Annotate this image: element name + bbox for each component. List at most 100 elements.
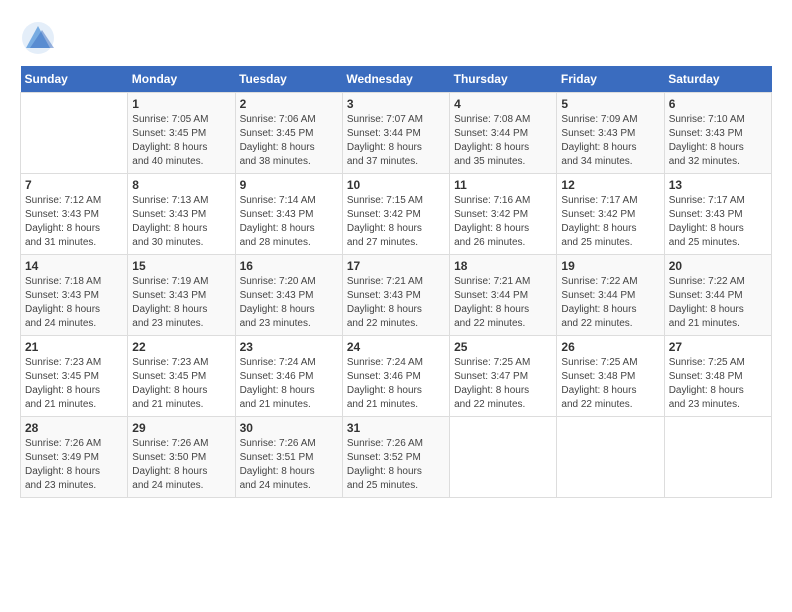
day-info: Sunrise: 7:21 AMSunset: 3:43 PMDaylight:… — [347, 275, 445, 331]
sunset: Sunset: 3:46 PM — [347, 370, 445, 384]
daylight-line1: Daylight: 8 hours — [132, 222, 230, 236]
day-cell: 6Sunrise: 7:10 AMSunset: 3:43 PMDaylight… — [664, 93, 771, 174]
day-info: Sunrise: 7:19 AMSunset: 3:43 PMDaylight:… — [132, 275, 230, 331]
sunset: Sunset: 3:43 PM — [132, 289, 230, 303]
day-cell: 11Sunrise: 7:16 AMSunset: 3:42 PMDayligh… — [450, 174, 557, 255]
daylight-line2: and 25 minutes. — [347, 479, 445, 493]
daylight-line1: Daylight: 8 hours — [454, 141, 552, 155]
day-number: 17 — [347, 259, 445, 273]
day-cell: 8Sunrise: 7:13 AMSunset: 3:43 PMDaylight… — [128, 174, 235, 255]
day-cell: 24Sunrise: 7:24 AMSunset: 3:46 PMDayligh… — [342, 336, 449, 417]
day-cell: 15 Sunrise: 7:19 AMSunset: 3:43 PMDayligh… — [128, 255, 235, 336]
sunrise: Sunrise: 7:07 AM — [347, 113, 445, 127]
day-header-thursday: Thursday — [450, 66, 557, 93]
day-info: Sunrise: 7:16 AMSunset: 3:42 PMDaylight:… — [454, 194, 552, 250]
sunset: Sunset: 3:44 PM — [347, 127, 445, 141]
day-cell: 20Sunrise: 7:22 AMSunset: 3:44 PMDayligh… — [664, 255, 771, 336]
sunset: Sunset: 3:42 PM — [561, 208, 659, 222]
week-row-2: 7Sunrise: 7:12 AMSunset: 3:43 PMDaylight… — [21, 174, 772, 255]
sunrise: Sunrise: 7:25 AM — [454, 356, 552, 370]
day-cell: 21 Sunrise: 7:23 AMSunset: 3:45 PMDayligh… — [21, 336, 128, 417]
sunset: Sunset: 3:45 PM — [25, 370, 123, 384]
daylight-line1: Daylight: 8 hours — [561, 303, 659, 317]
daylight-line1: Daylight: 8 hours — [25, 384, 123, 398]
sunset: Sunset: 3:43 PM — [347, 289, 445, 303]
sunset: Sunset: 3:43 PM — [240, 208, 338, 222]
daylight-line1: Daylight: 8 hours — [669, 141, 767, 155]
daylight-line2: and 23 minutes. — [240, 317, 338, 331]
daylight-line2: and 25 minutes. — [561, 236, 659, 250]
daylight-line2: and 25 minutes. — [669, 236, 767, 250]
day-info: Sunrise: 7:23 AMSunset: 3:45 PMDaylight:… — [25, 356, 123, 412]
day-info: Sunrise: 7:18 AMSunset: 3:43 PMDaylight:… — [25, 275, 123, 331]
day-info: Sunrise: 7:23 AMSunset: 3:45 PMDaylight:… — [132, 356, 230, 412]
day-cell: 22 Sunrise: 7:23 AMSunset: 3:45 PMDayligh… — [128, 336, 235, 417]
day-cell: 13 Sunrise: 7:17 AMSunset: 3:43 PMDayligh… — [664, 174, 771, 255]
day-cell: 2Sunrise: 7:06 AMSunset: 3:45 PMDaylight… — [235, 93, 342, 174]
day-header-saturday: Saturday — [664, 66, 771, 93]
day-number: 22 — [132, 340, 230, 354]
daylight-line1: Daylight: 8 hours — [347, 465, 445, 479]
sunrise: Sunrise: 7:18 AM — [25, 275, 123, 289]
header — [20, 20, 772, 56]
daylight-line1: Daylight: 8 hours — [347, 141, 445, 155]
sunset: Sunset: 3:52 PM — [347, 451, 445, 465]
sunset: Sunset: 3:43 PM — [132, 208, 230, 222]
day-number: 30 — [240, 421, 338, 435]
week-row-5: 28Sunrise: 7:26 AMSunset: 3:49 PMDayligh… — [21, 417, 772, 498]
day-number: 26 — [561, 340, 659, 354]
daylight-line1: Daylight: 8 hours — [25, 222, 123, 236]
daylight-line2: and 21 minutes. — [240, 398, 338, 412]
day-number: 13 — [669, 178, 767, 192]
day-cell: 28Sunrise: 7:26 AMSunset: 3:49 PMDayligh… — [21, 417, 128, 498]
daylight-line2: and 22 minutes. — [561, 398, 659, 412]
day-cell: 19Sunrise: 7:22 AMSunset: 3:44 PMDayligh… — [557, 255, 664, 336]
sunset: Sunset: 3:43 PM — [669, 208, 767, 222]
sunset: Sunset: 3:48 PM — [669, 370, 767, 384]
daylight-line2: and 35 minutes. — [454, 155, 552, 169]
daylight-line2: and 28 minutes. — [240, 236, 338, 250]
logo-icon — [20, 20, 56, 56]
day-header-friday: Friday — [557, 66, 664, 93]
day-cell: 25Sunrise: 7:25 AMSunset: 3:47 PMDayligh… — [450, 336, 557, 417]
sunset: Sunset: 3:43 PM — [561, 127, 659, 141]
daylight-line1: Daylight: 8 hours — [240, 465, 338, 479]
day-info: Sunrise: 7:12 AMSunset: 3:43 PMDaylight:… — [25, 194, 123, 250]
day-cell: 29Sunrise: 7:26 AMSunset: 3:50 PMDayligh… — [128, 417, 235, 498]
day-header-sunday: Sunday — [21, 66, 128, 93]
daylight-line1: Daylight: 8 hours — [669, 303, 767, 317]
sunrise: Sunrise: 7:06 AM — [240, 113, 338, 127]
day-header-tuesday: Tuesday — [235, 66, 342, 93]
day-number: 21 — [25, 340, 123, 354]
sunrise: Sunrise: 7:22 AM — [561, 275, 659, 289]
sunrise: Sunrise: 7:25 AM — [561, 356, 659, 370]
daylight-line1: Daylight: 8 hours — [347, 303, 445, 317]
sunrise: Sunrise: 7:16 AM — [454, 194, 552, 208]
daylight-line2: and 22 minutes. — [454, 398, 552, 412]
daylight-line1: Daylight: 8 hours — [454, 384, 552, 398]
day-cell — [21, 93, 128, 174]
sunrise: Sunrise: 7:24 AM — [240, 356, 338, 370]
daylight-line1: Daylight: 8 hours — [669, 222, 767, 236]
day-cell — [557, 417, 664, 498]
week-row-4: 21 Sunrise: 7:23 AMSunset: 3:45 PMDayligh… — [21, 336, 772, 417]
day-number: 31 — [347, 421, 445, 435]
day-cell: 4Sunrise: 7:08 AMSunset: 3:44 PMDaylight… — [450, 93, 557, 174]
week-row-3: 14Sunrise: 7:18 AMSunset: 3:43 PMDayligh… — [21, 255, 772, 336]
day-number: 12 — [561, 178, 659, 192]
day-number: 3 — [347, 97, 445, 111]
daylight-line2: and 24 minutes. — [25, 317, 123, 331]
day-info: Sunrise: 7:24 AMSunset: 3:46 PMDaylight:… — [240, 356, 338, 412]
daylight-line1: Daylight: 8 hours — [132, 384, 230, 398]
day-number: 4 — [454, 97, 552, 111]
day-info: Sunrise: 7:17 AMSunset: 3:43 PMDaylight:… — [669, 194, 767, 250]
day-number: 15 — [132, 259, 230, 273]
day-info: Sunrise: 7:26 AMSunset: 3:51 PMDaylight:… — [240, 437, 338, 493]
day-info: Sunrise: 7:06 AMSunset: 3:45 PMDaylight:… — [240, 113, 338, 169]
day-header-wednesday: Wednesday — [342, 66, 449, 93]
sunset: Sunset: 3:51 PM — [240, 451, 338, 465]
day-cell: 3 Sunrise: 7:07 AMSunset: 3:44 PMDaylight… — [342, 93, 449, 174]
day-info: Sunrise: 7:26 AMSunset: 3:49 PMDaylight:… — [25, 437, 123, 493]
daylight-line1: Daylight: 8 hours — [454, 303, 552, 317]
day-info: Sunrise: 7:15 AMSunset: 3:42 PMDaylight:… — [347, 194, 445, 250]
